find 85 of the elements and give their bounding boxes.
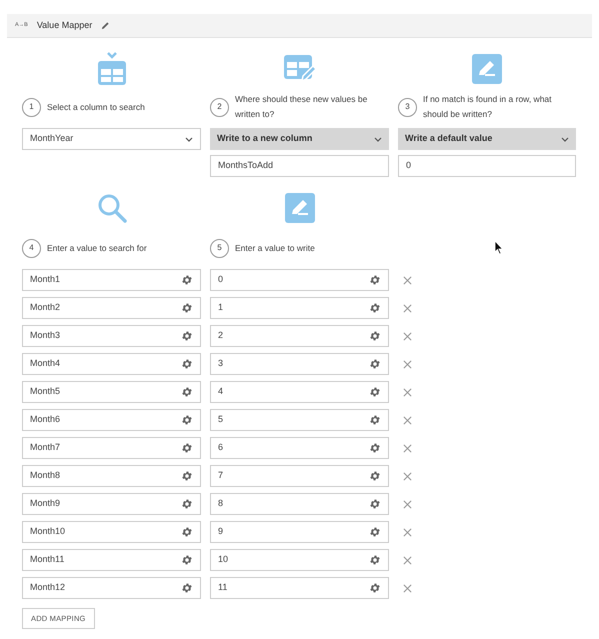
mouse-cursor-icon (494, 240, 504, 255)
close-icon[interactable] (403, 528, 412, 536)
settings-icon[interactable] (369, 498, 381, 510)
settings-icon[interactable] (181, 442, 193, 454)
dropdown[interactable]: Write to a new column (210, 128, 389, 150)
input-field[interactable]: 1 (210, 297, 389, 319)
edit-icon (472, 54, 502, 84)
step-label: Enter a value to search for (47, 242, 147, 254)
settings-icon[interactable] (181, 526, 193, 538)
settings-icon[interactable] (181, 330, 193, 342)
chevron-down-icon (561, 136, 569, 142)
input-field[interactable]: Month1 (22, 269, 201, 291)
input-field[interactable]: 5 (210, 409, 389, 431)
input-field[interactable]: Month11 (22, 549, 201, 571)
step-number: 4 (22, 238, 41, 258)
close-icon[interactable] (403, 276, 412, 284)
input-field[interactable]: Month6 (22, 409, 201, 431)
input-field[interactable]: 0 (210, 269, 389, 291)
window-title: Value Mapper (36, 18, 92, 32)
settings-icon[interactable] (181, 414, 193, 426)
input-field[interactable]: Month10 (22, 521, 201, 543)
settings-icon[interactable] (181, 470, 193, 482)
settings-icon[interactable] (369, 582, 381, 594)
input-field[interactable]: Month3 (22, 325, 201, 347)
input-field[interactable]: Month7 (22, 437, 201, 459)
settings-icon[interactable] (181, 302, 193, 314)
input-field[interactable]: 11 (210, 577, 389, 599)
settings-icon[interactable] (181, 386, 193, 398)
settings-icon[interactable] (369, 414, 381, 426)
input-field[interactable]: Month12 (22, 577, 201, 599)
pencil-icon[interactable] (101, 21, 110, 30)
input-field[interactable]: MonthsToAdd (210, 155, 389, 177)
edit-icon (284, 193, 314, 223)
input-field[interactable]: 4 (210, 381, 389, 403)
close-icon[interactable] (403, 360, 412, 368)
settings-icon[interactable] (181, 554, 193, 566)
close-icon[interactable] (403, 444, 412, 452)
input-field[interactable]: Month5 (22, 381, 201, 403)
input-field[interactable]: 2 (210, 325, 389, 347)
step-label: If no match is found in a row, what should be written? (423, 93, 553, 121)
input-field[interactable]: 8 (210, 493, 389, 515)
settings-icon[interactable] (181, 274, 193, 286)
settings-icon[interactable] (369, 386, 381, 398)
chevron-down-icon (185, 136, 193, 142)
step-label: Enter a value to write (235, 242, 315, 254)
close-icon[interactable] (403, 584, 412, 592)
input-field[interactable]: 3 (210, 353, 389, 375)
close-icon[interactable] (403, 416, 412, 424)
input-field[interactable]: Month4 (22, 353, 201, 375)
chevron-down-icon (374, 136, 382, 142)
input-field[interactable]: 9 (210, 521, 389, 543)
settings-icon[interactable] (369, 274, 381, 286)
input-field[interactable]: 6 (210, 437, 389, 459)
step-number: 2 (210, 98, 229, 116)
settings-icon[interactable] (181, 358, 193, 370)
search-icon (96, 193, 126, 223)
input-field[interactable]: Month8 (22, 465, 201, 487)
close-icon[interactable] (403, 500, 412, 508)
settings-icon[interactable] (369, 442, 381, 454)
step-number: 3 (398, 98, 417, 116)
dropdown[interactable]: Write a default value (398, 128, 576, 150)
settings-icon[interactable] (369, 358, 381, 370)
close-icon[interactable] (403, 388, 412, 396)
step-number: 5 (210, 238, 229, 258)
settings-icon[interactable] (369, 526, 381, 538)
close-icon[interactable] (403, 332, 412, 340)
input-field[interactable]: 0 (398, 155, 576, 177)
settings-icon[interactable] (369, 302, 381, 314)
input-field[interactable]: Month2 (22, 297, 201, 319)
dropdown[interactable]: MonthYear (22, 128, 201, 150)
settings-icon[interactable] (181, 582, 193, 594)
step-label: Select a column to search (47, 100, 145, 114)
close-icon[interactable] (403, 472, 412, 480)
settings-icon[interactable] (369, 554, 381, 566)
settings-icon[interactable] (369, 470, 381, 482)
input-field[interactable]: 7 (210, 465, 389, 487)
close-icon[interactable] (403, 304, 412, 312)
close-icon[interactable] (403, 556, 412, 564)
input-field[interactable]: Month9 (22, 493, 201, 515)
step-label: Where should these new values be written to? (235, 93, 368, 121)
table-icon (96, 52, 126, 86)
input-field[interactable]: 10 (210, 549, 389, 571)
settings-icon[interactable] (181, 498, 193, 510)
settings-icon[interactable] (369, 330, 381, 342)
step-number: 1 (22, 98, 41, 116)
